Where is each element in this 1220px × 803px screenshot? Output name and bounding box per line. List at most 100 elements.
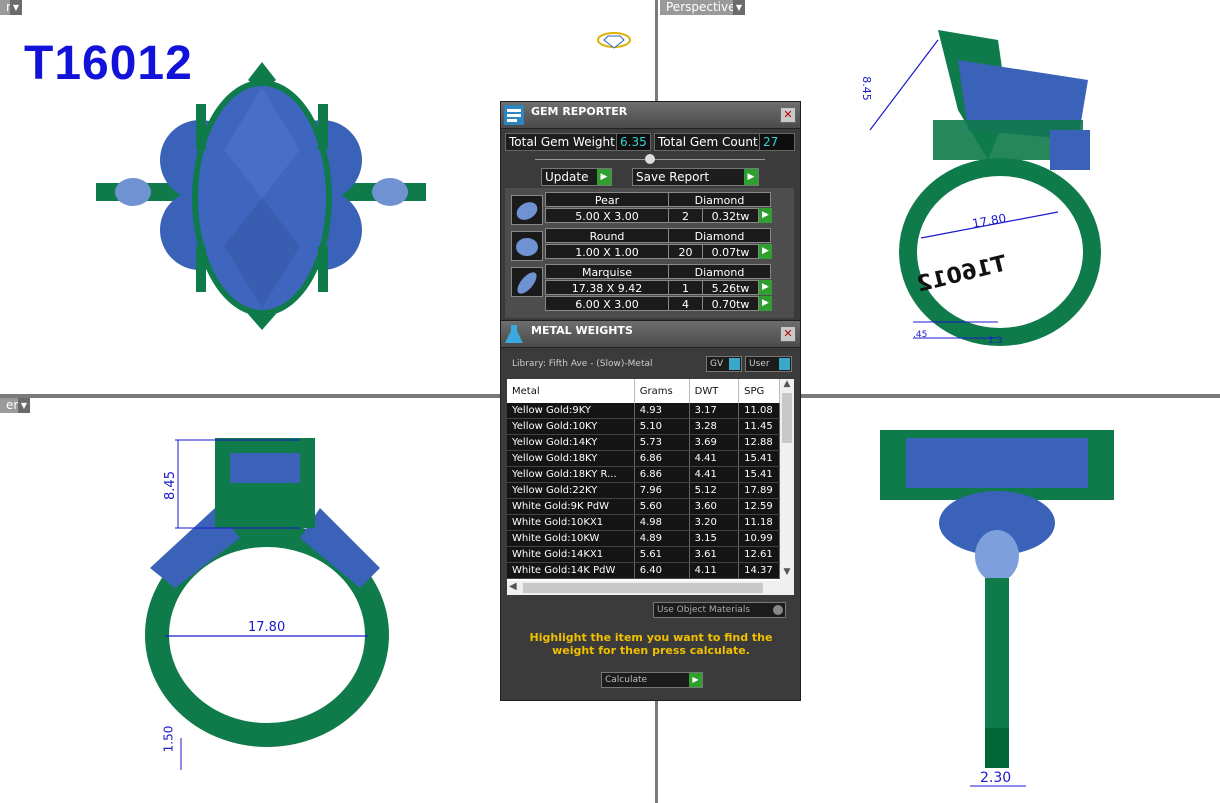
play-icon[interactable]: ▶ [759,208,772,223]
metal-weights-panel: METAL WEIGHTS ✕ Library: Fifth Ave - (Sl… [500,320,801,701]
play-icon: ▶ [689,673,702,687]
column-header-dwt[interactable]: DWT [689,379,740,403]
table-cell: 4.41 [689,450,740,467]
table-cell: White Gold:9K PdW [507,498,635,515]
update-button[interactable]: Update ▶ [541,168,612,186]
scrollbar-thumb[interactable] [782,393,792,443]
list-item[interactable]: Round Diamond 1.00 X 1.00 20 0.07tw ▶ [509,227,772,261]
table-cell: 12.61 [738,546,780,563]
column-header-spg[interactable]: SPG [738,379,780,403]
gem-reporter-title: GEM REPORTER [531,105,628,118]
gv-toggle[interactable]: GV [706,356,742,372]
gem-reporter-icon [504,105,524,125]
dimension-shank: 2.30 [980,770,1012,786]
table-cell: Yellow Gold:9KY [507,403,635,419]
dimension-height: 8.45 [859,76,873,101]
table-cell: 4.89 [634,530,690,547]
table-cell: 3.15 [689,530,740,547]
slider-handle[interactable] [645,154,655,164]
table-row[interactable]: Yellow Gold:18KY R... 6.86 4.41 15.41 [507,466,780,483]
dimension-small-1: .45 [913,330,928,340]
dimension-width: 17.80 [248,620,286,635]
table-row[interactable]: Yellow Gold:18KY 6.86 4.41 15.41 [507,450,780,467]
marquise-gem-icon [511,267,543,297]
table-row[interactable]: Yellow Gold:14KY 5.73 3.69 12.88 [507,434,780,451]
play-icon: ▶ [744,169,758,185]
table-cell: 4.93 [634,403,690,419]
table-row[interactable]: White Gold:14K PdW 6.40 4.11 14.37 [507,562,780,579]
scrollbar-thumb[interactable] [523,583,763,593]
user-toggle[interactable]: User [745,356,792,372]
table-cell: 15.41 [738,450,780,467]
play-icon[interactable]: ▶ [759,244,772,259]
play-icon[interactable]: ▶ [759,280,772,295]
table-cell: 11.18 [738,514,780,531]
table-row[interactable]: White Gold:14KX1 5.61 3.61 12.61 [507,546,780,563]
table-row[interactable]: Yellow Gold:10KY 5.10 3.28 11.45 [507,418,780,435]
horizontal-scrollbar[interactable]: ◀ [507,581,794,595]
table-cell: Yellow Gold:18KY R... [507,466,635,483]
table-cell: Yellow Gold:18KY [507,450,635,467]
table-cell: 3.28 [689,418,740,435]
column-header-grams[interactable]: Grams [634,379,690,403]
vertical-scrollbar[interactable]: ▲ ▼ [780,379,794,581]
calculate-button[interactable]: Calculate ▶ [601,672,703,688]
hint-text: Highlight the item you want to find the … [529,631,773,657]
metal-weights-header[interactable]: METAL WEIGHTS ✕ [501,321,800,348]
diamond-icon[interactable] [596,30,632,50]
use-object-materials-toggle[interactable]: Use Object Materials [653,602,786,618]
table-cell: 12.88 [738,434,780,451]
table-row[interactable]: Yellow Gold:9KY 4.93 3.17 11.08 [507,403,780,419]
library-label: Library: Fifth Ave - (Slow)-Metal [512,359,653,369]
save-report-button[interactable]: Save Report ▶ [632,168,759,186]
model-id: T16012 [24,37,193,90]
gem-list: Pear Diamond 5.00 X 3.00 2 0.32tw ▶ Roun… [505,188,794,318]
total-weight-value: 6.35 [616,133,651,151]
table-row[interactable]: White Gold:10KX1 4.98 3.20 11.18 [507,514,780,531]
table-cell: White Gold:10KX1 [507,514,635,531]
table-cell: 14.37 [738,562,780,579]
chevron-down-icon[interactable]: ▼ [18,398,30,413]
table-cell: 7.96 [634,482,690,499]
list-item[interactable]: Marquise Diamond 17.38 X 9.42 1 5.26tw ▶… [509,263,772,313]
table-row[interactable]: Yellow Gold:22KY 7.96 5.12 17.89 [507,482,780,499]
table-cell: 4.11 [689,562,740,579]
table-cell: 6.86 [634,450,690,467]
total-count-value: 27 [759,133,795,151]
gem-reporter-panel: GEM REPORTER ✕ Total Gem Weight 6.35 Tot… [500,101,801,322]
table-cell: 5.61 [634,546,690,563]
table-row[interactable]: White Gold:9K PdW 5.60 3.60 12.59 [507,498,780,515]
table-cell: White Gold:14K PdW [507,562,635,579]
list-item[interactable]: Pear Diamond 5.00 X 3.00 2 0.32tw ▶ [509,191,772,225]
table-cell: Yellow Gold:14KY [507,434,635,451]
table-cell: White Gold:10KW [507,530,635,547]
total-weight-label: Total Gem Weight [505,133,619,151]
table-cell: 11.45 [738,418,780,435]
table-cell: 5.12 [689,482,740,499]
table-cell: 5.10 [634,418,690,435]
chevron-down-icon[interactable]: ▼ [10,0,22,15]
close-icon[interactable]: ✕ [780,326,796,342]
dimension-thickness: 1.50 [161,725,176,753]
table-cell: 6.86 [634,466,690,483]
table-cell: 17.89 [738,482,780,499]
flask-icon [505,325,523,343]
metal-weights-title: METAL WEIGHTS [531,324,633,337]
close-icon[interactable]: ✕ [780,107,796,123]
chevron-down-icon[interactable]: ▼ [733,0,745,15]
table-cell: 3.69 [689,434,740,451]
total-count-label: Total Gem Count [654,133,762,151]
table-cell: 10.99 [738,530,780,547]
play-icon[interactable]: ▶ [759,296,772,311]
table-cell: 11.08 [738,403,780,419]
gem-reporter-header[interactable]: GEM REPORTER ✕ [501,102,800,129]
table-cell: 5.73 [634,434,690,451]
pear-gem-icon [511,195,543,225]
metal-table: Metal Grams DWT SPG Yellow Gold:9KY 4.93 3… [507,379,794,595]
table-cell: 6.40 [634,562,690,579]
round-gem-icon [511,231,543,261]
table-cell: 3.17 [689,403,740,419]
table-row[interactable]: White Gold:10KW 4.89 3.15 10.99 [507,530,780,547]
column-header-metal[interactable]: Metal [507,379,635,403]
table-cell: 15.41 [738,466,780,483]
